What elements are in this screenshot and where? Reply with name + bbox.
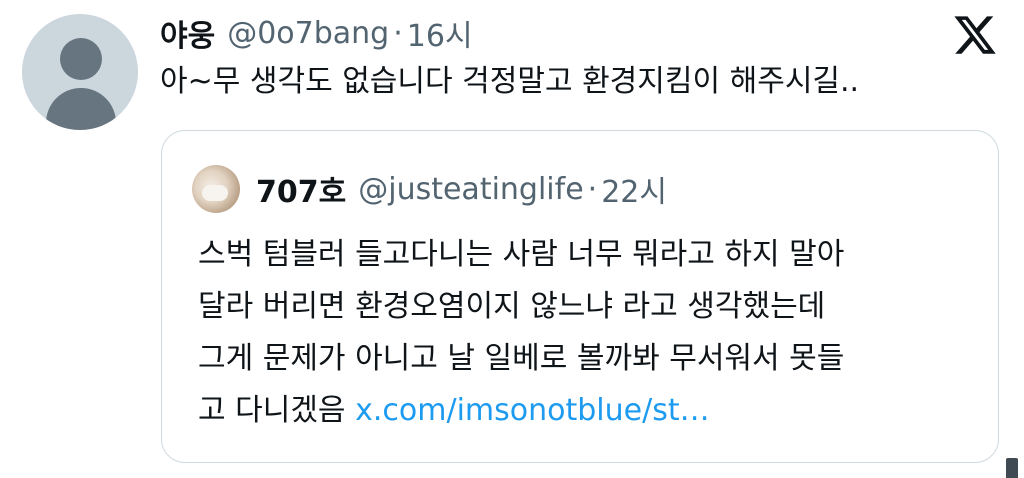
profile-avatar[interactable] xyxy=(22,14,138,130)
quoted-tweet-header: 707호 @justeatinglife · 22시 xyxy=(256,167,667,211)
quoted-author-avatar[interactable] xyxy=(192,165,240,213)
quoted-tweet-text: 스벅 텀블러 들고다니는 사람 너무 뭐라고 하지 말아 달라 버리면 환경오염… xyxy=(198,229,988,437)
default-profile-body-shape xyxy=(46,88,116,130)
tweet-timestamp[interactable]: 16시 xyxy=(407,11,473,55)
author-display-name[interactable]: 야웅 xyxy=(160,11,215,55)
avatar-photo-detail xyxy=(202,185,228,201)
quoted-tweet-card[interactable]: 707호 @justeatinglife · 22시 스벅 텀블러 들고다니는 … xyxy=(161,130,999,463)
tweet-text: 아~무 생각도 없습니다 걱정말고 환경지킴이 해주시길.. xyxy=(160,64,860,99)
header-separator: · xyxy=(393,15,403,51)
author-handle[interactable]: @0o7bang xyxy=(227,16,389,51)
x-logo-icon[interactable] xyxy=(952,12,998,58)
quoted-tweet-link[interactable]: x.com/imsonotblue/st… xyxy=(355,393,710,428)
quoted-text-line: 스벅 텀블러 들고다니는 사람 너무 뭐라고 하지 말아 xyxy=(198,237,845,272)
default-profile-icon xyxy=(60,38,102,80)
quoted-author-display-name[interactable]: 707호 xyxy=(256,167,346,211)
quoted-header-separator: · xyxy=(587,171,598,207)
quoted-text-line: 그게 문제가 아니고 날 일베로 볼까봐 무서워서 못들 xyxy=(198,341,845,376)
cropped-edge-fragment xyxy=(1006,458,1018,478)
quoted-text-line: 달라 버리면 환경오염이지 않느냐 라고 생각했는데 xyxy=(198,289,826,324)
quoted-text-tail: 고 다니겠음 xyxy=(198,393,346,428)
quoted-author-handle[interactable]: @justeatinglife xyxy=(358,172,583,207)
quoted-tweet-timestamp[interactable]: 22시 xyxy=(601,167,667,211)
quoted-text-line-last: 고 다니겠음 x.com/imsonotblue/st… xyxy=(198,385,988,437)
tweet-header: 야웅 @0o7bang · 16시 xyxy=(160,11,473,55)
